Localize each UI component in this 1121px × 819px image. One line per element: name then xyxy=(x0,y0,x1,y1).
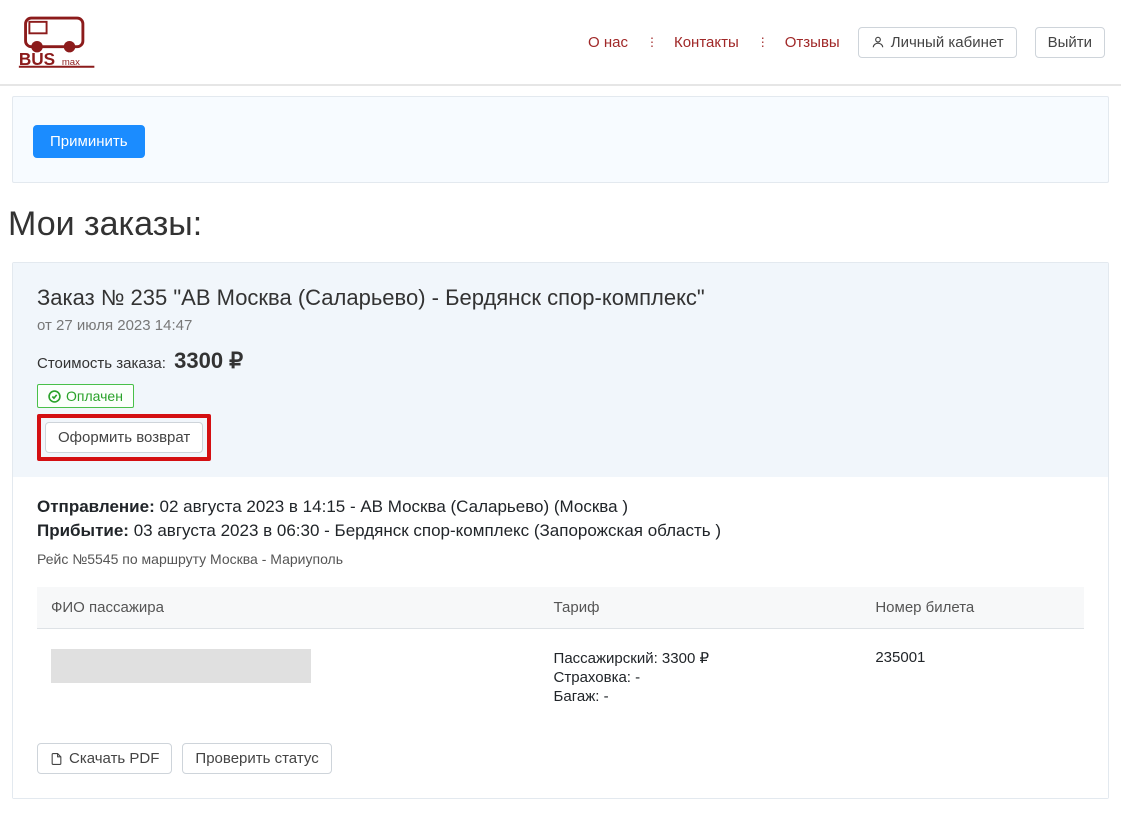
order-body: Отправление: 02 августа 2023 в 14:15 - А… xyxy=(13,477,1108,798)
departure-line: Отправление: 02 августа 2023 в 14:15 - А… xyxy=(37,497,1084,517)
ticket-number: 235001 xyxy=(861,629,1084,728)
departure-label: Отправление: xyxy=(37,497,155,516)
logout-button[interactable]: Выйти xyxy=(1035,27,1105,58)
order-header: Заказ № 235 "АВ Москва (Саларьево) - Бер… xyxy=(13,263,1108,477)
arrival-line: Прибытие: 03 августа 2023 в 06:30 - Берд… xyxy=(37,521,1084,541)
order-date: от 27 июля 2023 14:47 xyxy=(37,317,1084,334)
arrival-value: 03 августа 2023 в 06:30 - Бердянск спор-… xyxy=(134,521,721,540)
col-ticket: Номер билета xyxy=(861,587,1084,629)
arrival-label: Прибытие: xyxy=(37,521,129,540)
filter-panel: Приминить xyxy=(12,96,1109,183)
tariff-insurance: Страховка: - xyxy=(554,669,848,686)
order-cost-amount: 3300 ₽ xyxy=(174,348,243,373)
order-cost-label: Стоимость заказа: xyxy=(37,355,166,372)
account-button-label: Личный кабинет xyxy=(891,34,1004,51)
page-title: Мои заказы: xyxy=(8,205,1113,244)
file-pdf-icon xyxy=(50,752,63,766)
busmax-logo-icon: BUS max xyxy=(16,12,102,68)
nav-reviews[interactable]: Отзывы xyxy=(785,34,840,51)
header-nav: О нас ⋮ Контакты ⋮ Отзывы Личный кабинет… xyxy=(588,27,1105,58)
order-cost: Стоимость заказа: 3300 ₽ xyxy=(37,348,1084,374)
tariff-passenger: Пассажирский: 3300 ₽ xyxy=(554,649,848,667)
redacted-passenger-info xyxy=(51,649,311,683)
apply-button[interactable]: Приминить xyxy=(33,125,145,158)
nav-separator-icon: ⋮ xyxy=(646,35,656,49)
order-card: Заказ № 235 "АВ Москва (Саларьево) - Бер… xyxy=(12,262,1109,799)
logo[interactable]: BUS max xyxy=(16,12,102,72)
table-row: Пассажирский: 3300 ₽ Страховка: - Багаж:… xyxy=(37,629,1084,728)
check-circle-icon xyxy=(48,390,61,403)
passengers-table: ФИО пассажира Тариф Номер билета Пассажи… xyxy=(37,587,1084,727)
nav-about[interactable]: О нас xyxy=(588,34,628,51)
site-header: BUS max О нас ⋮ Контакты ⋮ Отзывы Личный… xyxy=(0,0,1121,86)
refund-highlight: Оформить возврат xyxy=(37,414,211,461)
refund-button[interactable]: Оформить возврат xyxy=(45,422,203,453)
download-pdf-label: Скачать PDF xyxy=(69,750,159,767)
departure-value: 02 августа 2023 в 14:15 - АВ Москва (Сал… xyxy=(159,497,628,516)
nav-separator-icon: ⋮ xyxy=(757,35,767,49)
order-title: Заказ № 235 "АВ Москва (Саларьево) - Бер… xyxy=(37,285,1084,311)
account-button[interactable]: Личный кабинет xyxy=(858,27,1017,58)
check-status-button[interactable]: Проверить статус xyxy=(182,743,331,774)
download-pdf-button[interactable]: Скачать PDF xyxy=(37,743,172,774)
status-badge-text: Оплачен xyxy=(66,388,123,404)
tariff-baggage: Багаж: - xyxy=(554,688,848,705)
col-tariff: Тариф xyxy=(540,587,862,629)
order-actions: Скачать PDF Проверить статус xyxy=(37,743,1084,774)
svg-text:BUS: BUS xyxy=(19,49,55,68)
nav-contacts[interactable]: Контакты xyxy=(674,34,739,51)
status-badge: Оплачен xyxy=(37,384,134,408)
trip-subheading: Рейс №5545 по маршруту Москва - Мариупол… xyxy=(37,551,1084,567)
user-icon xyxy=(871,35,885,49)
col-fio: ФИО пассажира xyxy=(37,587,540,629)
